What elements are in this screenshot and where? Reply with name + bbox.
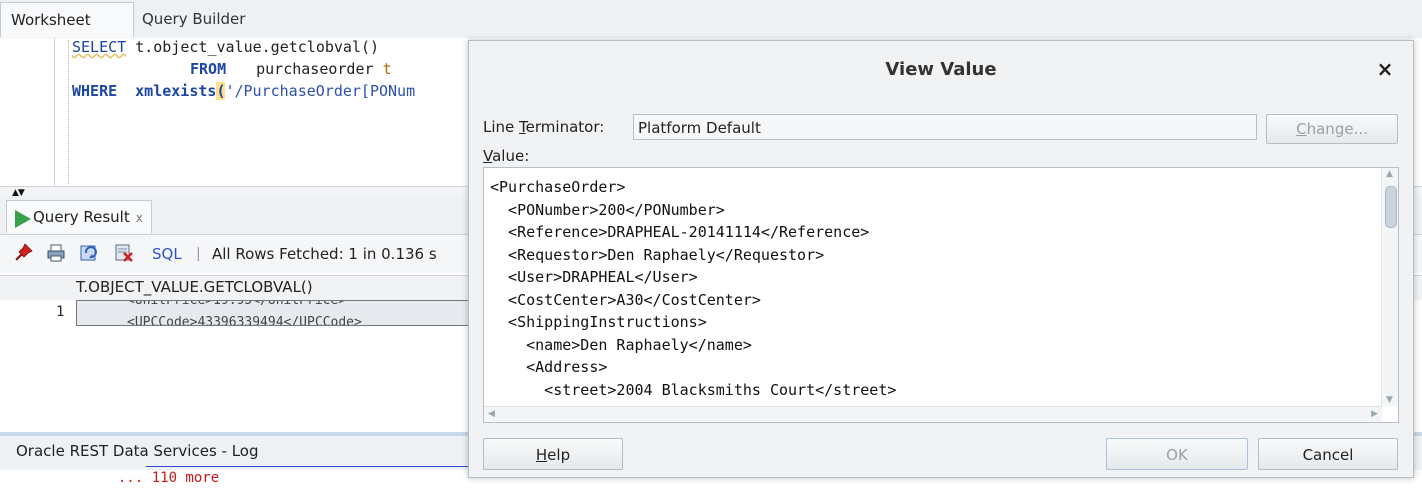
value-line: <street>2004 Blacksmiths Court</street> — [490, 380, 897, 399]
clob-cell-line-2: <UPCCode>43396339494</UPCCode> — [127, 315, 362, 326]
lt-label-pre: Line — [483, 118, 520, 136]
change-mnemonic: C — [1296, 120, 1307, 138]
scroll-thumb[interactable] — [1385, 186, 1397, 228]
xpath-string: '/PurchaseOrder[PONum — [225, 82, 416, 100]
view-value-dialog: View Value × Line Terminator: Platform D… — [468, 40, 1414, 478]
select-expression: t.object_value.getclobval() — [126, 38, 380, 56]
scroll-down-icon[interactable]: ▼ — [1386, 395, 1393, 405]
fn-xmlexists: xmlexists — [135, 82, 217, 100]
line-terminator-label: Line Terminator: — [483, 118, 604, 136]
code-line-3: WHERE xmlexists('/PurchaseOrder[PONum — [72, 82, 415, 100]
change-label-post: hange... — [1306, 120, 1368, 138]
ok-button[interactable]: OK — [1106, 438, 1248, 470]
dialog-title: View Value — [885, 59, 997, 80]
tab-query-builder[interactable]: Query Builder — [132, 2, 255, 36]
code-line-1: SELECT t.object_value.getclobval() — [72, 38, 379, 56]
row-number: 1 — [56, 304, 65, 320]
value-line: <PurchaseOrder> — [490, 178, 626, 196]
close-icon[interactable]: × — [1373, 57, 1397, 81]
value-line: <Address> — [490, 358, 608, 376]
scroll-up-icon[interactable]: ▲ — [1386, 169, 1393, 179]
lt-label-mnemonic: T — [519, 118, 526, 136]
value-line: <User>DRAPHEAL</User> — [490, 268, 698, 286]
pin-icon[interactable] — [14, 243, 34, 263]
cancel-button[interactable]: Cancel — [1258, 438, 1398, 470]
tab-query-builder-label: Query Builder — [142, 10, 246, 28]
kw-from: FROM — [190, 60, 227, 78]
scroll-right-icon[interactable]: ▶ — [1371, 409, 1378, 419]
editor-gutter — [0, 38, 55, 186]
value-line: <city>Sugarloaf</city> — [490, 401, 1370, 404]
toolbar-separator: | — [196, 246, 201, 262]
query-result-tab-label: Query Result — [33, 208, 130, 226]
line-terminator-field[interactable]: Platform Default — [633, 114, 1257, 140]
value-line: <name>Den Raphaely</name> — [490, 335, 752, 354]
change-button[interactable]: Change... — [1266, 114, 1398, 144]
value-line: <PONumber>200</PONumber> — [490, 200, 725, 219]
help-button[interactable]: Help — [483, 438, 623, 470]
tab-query-result[interactable]: Query Result x — [6, 200, 152, 233]
value-mnemonic: V — [483, 147, 493, 165]
print-icon[interactable] — [46, 243, 66, 263]
editor-tab-strip: Worksheet Query Builder — [0, 0, 1422, 39]
column-header[interactable]: T.OBJECT_VALUE.GETCLOBVAL() — [76, 278, 313, 296]
value-line: <ShippingInstructions> — [490, 313, 707, 331]
tab-worksheet[interactable]: Worksheet — [0, 2, 134, 37]
sql-link[interactable]: SQL — [152, 245, 182, 263]
log-more-text: ... 110 more — [118, 470, 220, 486]
help-mnemonic: H — [535, 446, 548, 464]
kw-where: WHERE — [72, 82, 118, 100]
scroll-left-icon[interactable]: ◀ — [488, 409, 495, 419]
help-label-post: elp — [547, 446, 571, 464]
lt-label-post: erminator: — [525, 118, 605, 136]
horizontal-scrollbar[interactable]: ◀ ▶ — [484, 406, 1382, 422]
refresh-icon[interactable] — [80, 243, 100, 263]
close-tab-icon[interactable]: x — [136, 211, 143, 225]
value-label-post: alue: — [492, 147, 530, 165]
ords-log-title[interactable]: Oracle REST Data Services - Log — [16, 442, 259, 460]
fetch-status-text: All Rows Fetched: 1 in 0.136 s — [212, 245, 437, 263]
clob-cell-line-1: <UnitPrice>19.95</UnitPrice> — [127, 300, 347, 308]
clob-cell[interactable]: <UnitPrice>19.95</UnitPrice> <UPCCode>43… — [76, 300, 478, 326]
value-line: <Requestor>Den Raphaely</Requestor> — [490, 245, 825, 264]
value-text: <PurchaseOrder> <PONumber>200</PONumber>… — [490, 176, 1370, 404]
table-alias: t — [382, 60, 392, 78]
kw-select: SELECT — [72, 38, 127, 56]
value-line: <CostCenter>A30</CostCenter> — [490, 290, 761, 309]
indent-guide — [68, 40, 69, 184]
vertical-scrollbar[interactable]: ▲ ▼ — [1381, 168, 1398, 406]
table-name: purchaseorder — [256, 60, 383, 78]
value-textarea[interactable]: <PurchaseOrder> <PONumber>200</PONumber>… — [483, 167, 1399, 423]
code-line-2: FROM purchaseorder t — [190, 60, 392, 78]
cancel-fetch-icon[interactable] — [114, 243, 134, 263]
tab-worksheet-label: Worksheet — [11, 11, 91, 29]
value-label: Value: — [483, 147, 529, 165]
value-line: <Reference>DRAPHEAL-20141114</Reference> — [490, 223, 870, 241]
run-triangle-icon — [15, 210, 31, 228]
